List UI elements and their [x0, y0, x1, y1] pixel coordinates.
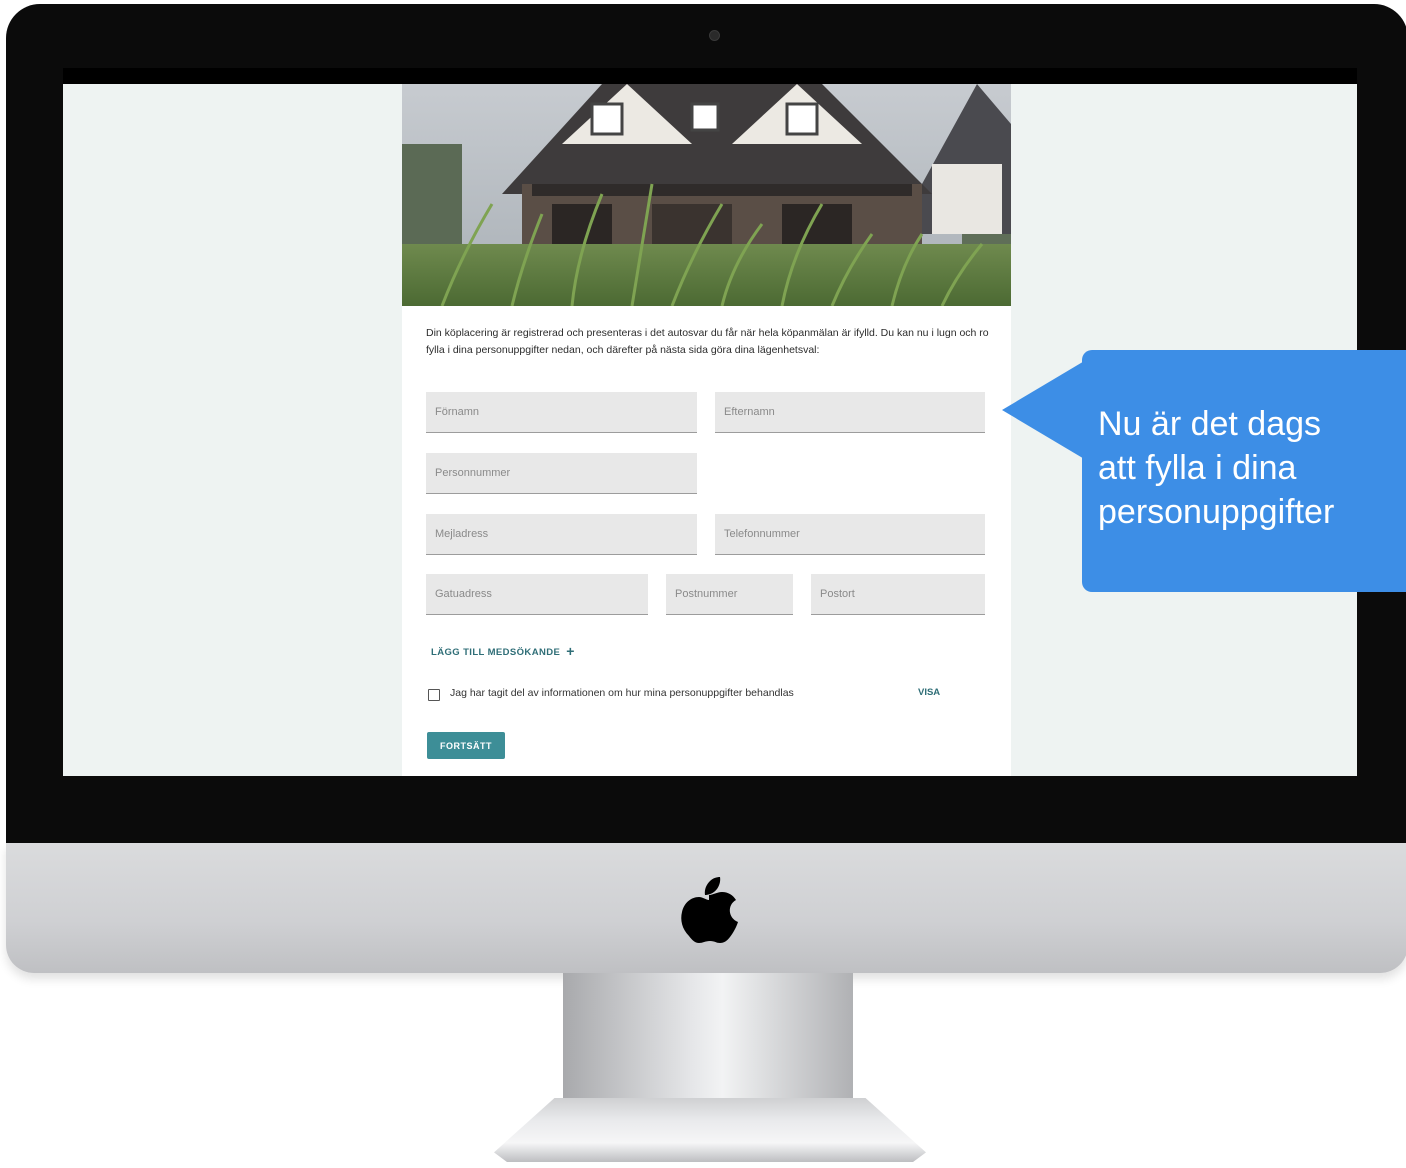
- email-input[interactable]: [426, 514, 697, 554]
- street-address-field[interactable]: [426, 574, 648, 615]
- phone-field[interactable]: [715, 514, 985, 555]
- personal-number-field[interactable]: [426, 453, 697, 494]
- phone-input[interactable]: [715, 514, 985, 554]
- city-field[interactable]: [811, 574, 985, 615]
- callout-text: Nu är det dags att fylla i dina personup…: [1098, 405, 1335, 531]
- stand-foot: [494, 1098, 926, 1162]
- camera-icon: [709, 30, 720, 41]
- consent-label: Jag har tagit del av informationen om hu…: [450, 687, 794, 699]
- house-hero-image: [402, 84, 1011, 306]
- street-address-input[interactable]: [426, 574, 648, 614]
- stand-neck: [563, 973, 853, 1103]
- apple-logo-icon: [681, 877, 738, 943]
- add-co-applicant-label: LÄGG TILL MEDSÖKANDE: [431, 647, 561, 658]
- intro-text: Din köplacering är registrerad och prese…: [426, 327, 989, 356]
- continue-button[interactable]: FORTSÄTT: [427, 732, 505, 759]
- add-co-applicant-button[interactable]: LÄGG TILL MEDSÖKANDE +: [431, 642, 575, 659]
- callout-arrow: [1002, 360, 1086, 460]
- screen-topbar: [63, 68, 1357, 84]
- email-field[interactable]: [426, 514, 697, 555]
- plus-icon: +: [566, 643, 575, 659]
- consent-checkbox[interactable]: [428, 689, 440, 701]
- first-name-input[interactable]: [426, 392, 697, 432]
- show-info-link[interactable]: VISA: [918, 687, 940, 698]
- city-input[interactable]: [811, 574, 985, 614]
- postal-code-input[interactable]: [666, 574, 793, 614]
- postal-code-field[interactable]: [666, 574, 793, 615]
- personal-number-input[interactable]: [426, 453, 697, 493]
- form-page: Din köplacering är registrerad och prese…: [402, 84, 1011, 776]
- last-name-input[interactable]: [715, 392, 985, 432]
- first-name-field[interactable]: [426, 392, 697, 433]
- last-name-field[interactable]: [715, 392, 985, 433]
